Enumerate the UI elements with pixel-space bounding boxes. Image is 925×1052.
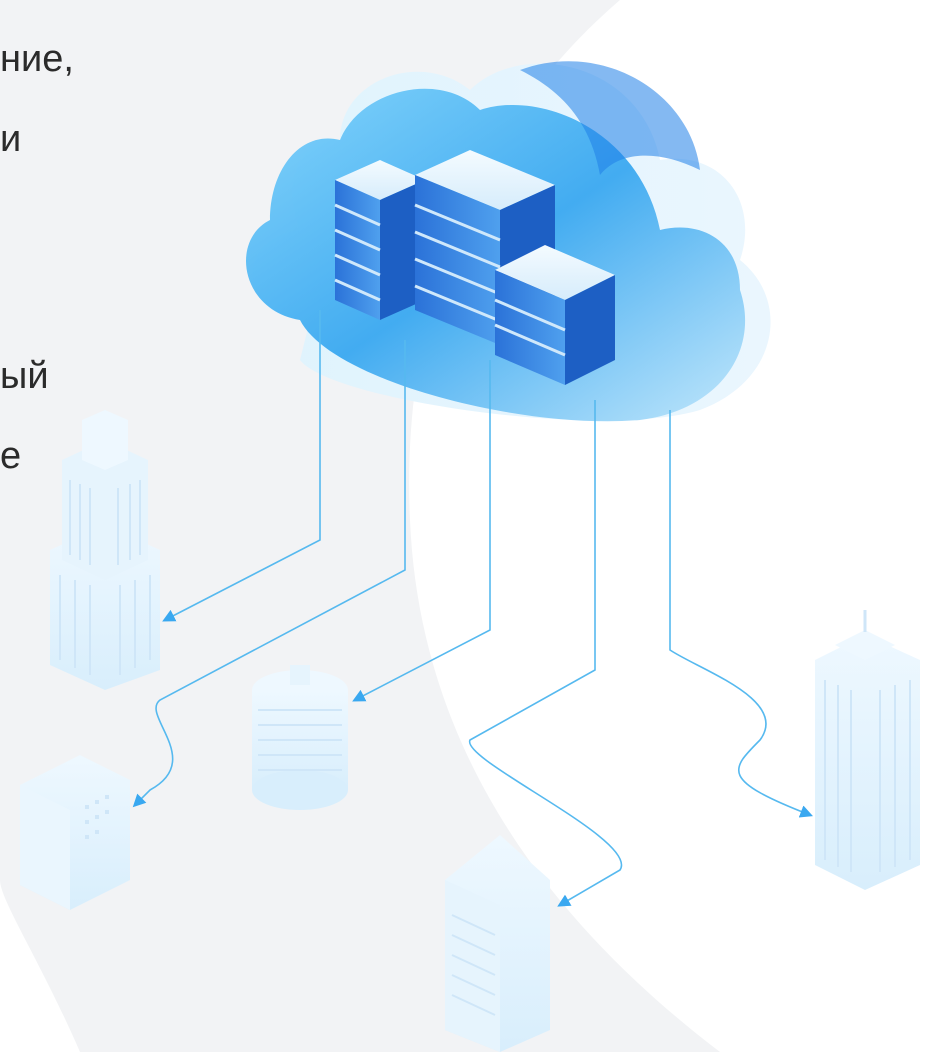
cloud-server-icon [246, 61, 771, 422]
cloud-network-illustration [20, 61, 920, 1052]
office-building-icon [20, 410, 920, 1052]
